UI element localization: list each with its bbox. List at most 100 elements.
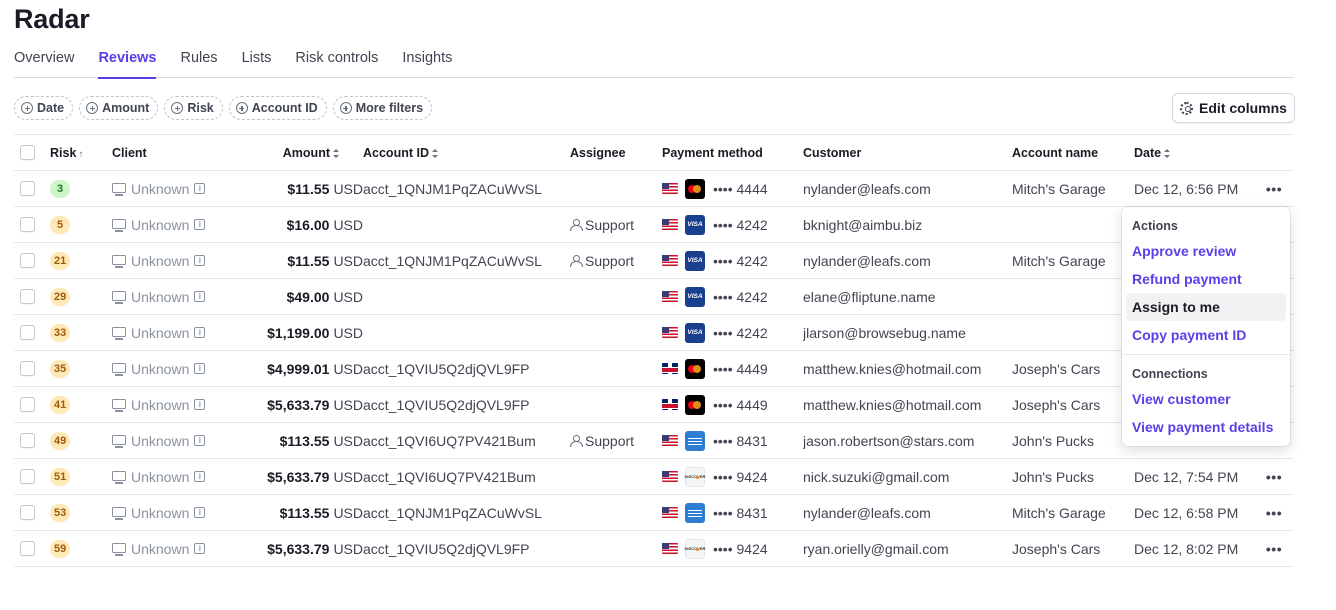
info-icon[interactable]: i: [194, 435, 206, 446]
menu-heading-connections: Connections: [1132, 367, 1208, 381]
customer-cell: nylander@leafs.com: [803, 170, 1012, 207]
info-icon[interactable]: i: [194, 543, 206, 554]
filter-account-id-button[interactable]: Account ID: [228, 96, 327, 120]
view-customer-menu-item[interactable]: View customer: [1126, 385, 1286, 413]
filter-label: Risk: [187, 101, 214, 115]
select-all-checkbox[interactable]: [20, 145, 35, 160]
amount-cell: $113.55 USD: [212, 422, 363, 459]
info-icon[interactable]: i: [194, 327, 206, 338]
amount-currency: USD: [333, 252, 363, 269]
column-header-risk[interactable]: Risk ↑: [50, 134, 112, 171]
table-row[interactable]: 33 Unknown i $1,199.00 USD VISA •••• 4242 jlars…: [14, 314, 1294, 351]
amount-cell: $5,633.79 USD: [212, 530, 363, 567]
info-icon[interactable]: i: [194, 183, 206, 194]
row-checkbox[interactable]: [20, 253, 35, 268]
visa-text: VISA: [687, 293, 703, 300]
row-checkbox[interactable]: [20, 541, 35, 556]
view-payment-details-menu-item[interactable]: View payment details: [1126, 413, 1286, 441]
client-label: Unknown: [131, 324, 190, 341]
row-more-button[interactable]: •••: [1254, 469, 1294, 485]
filter-risk-button[interactable]: Risk: [164, 96, 223, 120]
column-header-assignee: Assignee: [570, 134, 662, 171]
column-header-account-id[interactable]: Account ID: [363, 134, 570, 171]
account-id-cell: acct_1QNJM1PqZACuWvSL: [363, 242, 570, 279]
info-icon[interactable]: i: [194, 363, 206, 374]
tab-insights[interactable]: Insights: [402, 50, 452, 78]
amount-value: $16.00: [286, 216, 330, 233]
row-checkbox[interactable]: [20, 361, 35, 376]
info-icon[interactable]: i: [194, 471, 206, 482]
payment-method-cell: •••• 4449: [662, 358, 803, 379]
row-checkbox[interactable]: [20, 217, 35, 232]
amount-currency: USD: [333, 360, 363, 377]
table-row[interactable]: 21 Unknown i $11.55 USD acct_1QNJM1PqZACuWvSL…: [14, 242, 1294, 279]
assignee-cell: [570, 494, 662, 531]
more-filters-button[interactable]: More filters: [332, 96, 433, 120]
tab-overview[interactable]: Overview: [14, 50, 74, 78]
flag-us-icon: [662, 219, 678, 230]
edit-columns-button[interactable]: Edit columns: [1172, 93, 1295, 123]
copy-payment-id-menu-item[interactable]: Copy payment ID: [1126, 321, 1286, 349]
card-last4: 4449: [736, 396, 768, 413]
row-checkbox[interactable]: [20, 289, 35, 304]
client-label: Unknown: [131, 468, 190, 485]
column-header-amount[interactable]: Amount: [212, 134, 363, 171]
info-icon[interactable]: i: [194, 291, 206, 302]
tab-rules[interactable]: Rules: [180, 50, 217, 78]
table-row[interactable]: 35 Unknown i $4,999.01 USD acct_1QVIU5Q2djQVL…: [14, 350, 1294, 387]
flag-us-icon: [662, 183, 678, 194]
risk-score-badge: 41: [50, 396, 71, 414]
row-more-button[interactable]: •••: [1254, 181, 1294, 197]
card-dots: ••••: [713, 288, 733, 305]
refund-payment-menu-item[interactable]: Refund payment: [1126, 265, 1286, 293]
add-circle-icon: [171, 102, 184, 114]
amount-cell: $5,633.79 USD: [212, 458, 363, 495]
row-checkbox[interactable]: [20, 397, 35, 412]
payment-method-cell: •••• 4449: [662, 394, 803, 415]
customer-cell: ryan.orielly@gmail.com: [803, 530, 1012, 567]
amount-currency: USD: [333, 432, 363, 449]
account-id-cell: [363, 278, 570, 315]
tab-risk-controls[interactable]: Risk controls: [295, 50, 378, 78]
row-checkbox[interactable]: [20, 325, 35, 340]
approve-review-menu-item[interactable]: Approve review: [1126, 237, 1286, 265]
row-checkbox[interactable]: [20, 505, 35, 520]
tab-reviews[interactable]: Reviews: [98, 50, 157, 79]
row-checkbox[interactable]: [20, 181, 35, 196]
mastercard-card-icon: [685, 358, 705, 379]
table-row[interactable]: 59 Unknown i $5,633.79 USD acct_1QVIU5Q2djQVL…: [14, 530, 1294, 567]
row-actions-cell: •••: [1254, 458, 1294, 495]
info-icon[interactable]: i: [194, 399, 206, 410]
date-cell: Dec 12, 6:56 PM: [1134, 170, 1254, 207]
gear-icon: [1180, 101, 1194, 115]
row-checkbox[interactable]: [20, 469, 35, 484]
client-cell: Unknown i: [112, 541, 212, 557]
row-checkbox[interactable]: [20, 433, 35, 448]
table-header-row: Risk ↑ Client Amount Account ID Assignee …: [14, 134, 1294, 171]
column-header-date[interactable]: Date: [1134, 134, 1254, 171]
filter-amount-button[interactable]: Amount: [79, 96, 159, 120]
row-more-button[interactable]: •••: [1254, 505, 1294, 521]
row-more-button[interactable]: •••: [1254, 541, 1294, 557]
filter-date-button[interactable]: Date: [14, 96, 74, 120]
table-row[interactable]: 5 Unknown i $16.00 USD Support VISA •••• 4242 bk…: [14, 206, 1294, 243]
card-last4: 4242: [736, 216, 768, 233]
client-cell: Unknown i: [112, 505, 212, 521]
table-row[interactable]: 53 Unknown i $113.55 USD acct_1QNJM1PqZACuWvS…: [14, 494, 1294, 531]
table-row[interactable]: 51 Unknown i $5,633.79 USD acct_1QVI6UQ7PV421…: [14, 458, 1294, 495]
table-row[interactable]: 41 Unknown i $5,633.79 USD acct_1QVIU5Q2djQVL…: [14, 386, 1294, 423]
info-icon[interactable]: i: [194, 507, 206, 518]
info-icon[interactable]: i: [194, 219, 206, 230]
amex-card-icon: [685, 430, 705, 451]
info-icon[interactable]: i: [194, 255, 206, 266]
client-cell: Unknown i: [112, 181, 212, 197]
table-row[interactable]: 29 Unknown i $49.00 USD VISA •••• 4242 elane@fl…: [14, 278, 1294, 315]
assign-to-me-menu-item[interactable]: Assign to me: [1126, 293, 1286, 321]
column-header-client: Client: [112, 134, 212, 171]
table-row[interactable]: 49 Unknown i $113.55 USD acct_1QVI6UQ7PV421Bu…: [14, 422, 1294, 459]
card-last4: 8431: [736, 504, 768, 521]
tab-lists[interactable]: Lists: [242, 50, 272, 78]
risk-score-badge: 49: [50, 432, 71, 450]
table-row[interactable]: 3 Unknown i $11.55 USD acct_1QNJM1PqZACuWvSL •…: [14, 170, 1294, 207]
customer-cell: nylander@leafs.com: [803, 242, 1012, 279]
